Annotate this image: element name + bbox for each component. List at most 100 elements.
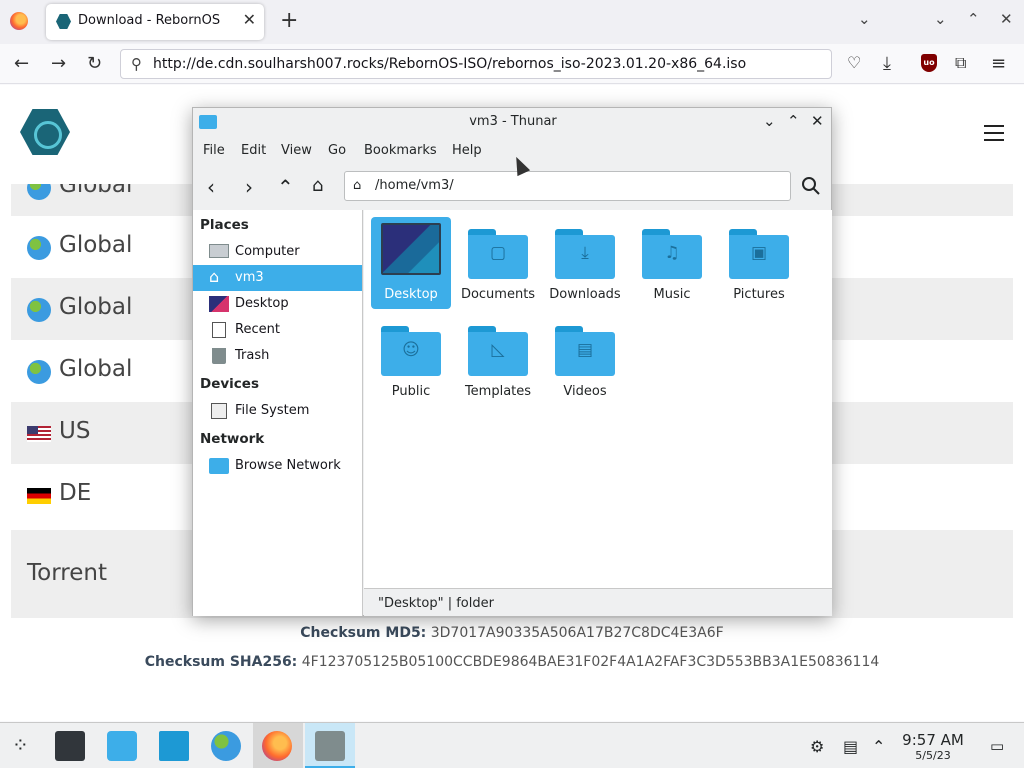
thunar-task-icon[interactable] [315,731,345,761]
menu-help[interactable]: Help [452,143,482,158]
file-manager-icon[interactable] [159,731,189,761]
software-store-icon[interactable] [107,731,137,761]
templates-folder-icon: ◺ [468,326,528,376]
globe-icon [27,236,51,260]
sidebar-item-label: Recent [235,322,280,337]
globe-icon [27,298,51,322]
home-icon: ⌂ [353,178,362,193]
menu-bookmarks[interactable]: Bookmarks [364,143,437,158]
pocket-icon[interactable]: ♡ [847,53,861,72]
sidebar-item-label: Desktop [235,296,289,311]
torrent-label: Torrent [27,560,107,586]
location-path[interactable]: /home/vm3/ [375,178,454,193]
app-menu-icon[interactable]: ≡ [991,53,1006,74]
documents-folder-icon: ▢ [468,229,528,279]
tray-chevron-up-icon[interactable]: ⌃ [872,737,885,756]
clipboard-icon[interactable]: ▤ [843,737,858,756]
globe-icon [27,184,51,200]
reload-icon[interactable]: ↻ [87,53,102,74]
web-globe-icon[interactable] [211,731,241,761]
new-tab-button[interactable]: + [280,8,298,33]
hard-drive-icon [211,403,227,419]
network-heading: Network [200,431,265,447]
places-heading: Places [200,217,249,233]
forward-arrow-icon[interactable]: → [51,53,66,74]
sidebar-item-file-system[interactable]: File System [193,398,362,424]
menu-edit[interactable]: Edit [241,143,266,158]
parent-folder-chevron-up-icon[interactable]: ⌃ [277,175,294,199]
clock-date[interactable]: 5/5/23 [898,749,968,762]
file-item-public[interactable]: ☺ Public [371,314,451,406]
us-flag-icon [27,426,51,442]
firefox-icon[interactable] [10,12,28,30]
checksum-sha256: Checksum SHA256: 4F123705125B05100CCBDE9… [0,654,1024,670]
videos-folder-icon: ▤ [555,326,615,376]
sidebar-item-computer[interactable]: Computer [193,239,362,265]
show-desktop-icon[interactable]: ▭ [990,737,1004,755]
clock-time[interactable]: 9:57 AM [898,731,968,749]
menu-file[interactable]: File [203,143,225,158]
sidebar-item-desktop[interactable]: Desktop [193,291,362,317]
sidebar-item-browse-network[interactable]: Browse Network [193,453,362,479]
network-tray-icon[interactable]: ⚙ [810,737,824,756]
mirror-label: DE [59,480,92,506]
window-title: vm3 - Thunar [469,114,557,129]
file-item-templates[interactable]: ◺ Templates [458,314,538,406]
file-label: Public [391,384,431,399]
back-chevron-icon[interactable]: ‹ [207,175,215,199]
globe-icon [27,360,51,384]
tab-close-icon[interactable]: ✕ [243,10,256,29]
ublock-origin-icon[interactable]: uo [921,54,937,72]
extensions-icon[interactable]: ⧉ [955,53,966,73]
sidebar-item-label: Trash [235,348,270,363]
location-bar[interactable]: ⌂ /home/vm3/ [344,171,791,201]
menu-view[interactable]: View [281,143,312,158]
sidebar-item-recent[interactable]: Recent [193,317,362,343]
file-item-desktop[interactable]: Desktop [371,217,451,309]
maximize-window-icon[interactable]: ⌃ [967,10,980,28]
url-text[interactable]: http://de.cdn.soulharsh007.rocks/RebornO… [153,56,746,72]
network-folder-icon [209,458,229,474]
mirror-label: Global [59,232,133,258]
back-arrow-icon[interactable]: ← [14,53,29,74]
forward-chevron-icon[interactable]: › [245,175,253,199]
file-label: Pictures [733,287,785,302]
firefox-task-icon[interactable] [262,731,292,761]
file-item-pictures[interactable]: ▣ Pictures [719,217,799,309]
home-icon[interactable]: ⌂ [312,175,323,196]
file-item-videos[interactable]: ▤ Videos [545,314,625,406]
sidebar-item-vm3[interactable]: ⌂ vm3 [193,265,362,291]
close-window-icon[interactable]: ✕ [1000,10,1013,28]
hamburger-menu-icon[interactable] [984,125,1004,141]
tab-list-chevron-down-icon[interactable]: ⌄ [858,10,871,28]
minimize-icon[interactable]: ⌄ [763,112,776,130]
file-item-music[interactable]: ♫ Music [632,217,712,309]
sidebar-item-trash[interactable]: Trash [193,343,362,369]
desktop-folder-icon [381,223,441,275]
application-launcher-icon[interactable]: ⁘ [12,733,29,757]
file-item-downloads[interactable]: ⤓ Downloads [545,217,625,309]
browser-tab[interactable]: Download - RebornOS ✕ [46,4,264,40]
minimize-window-icon[interactable]: ⌄ [934,10,947,28]
system-settings-icon[interactable] [55,731,85,761]
close-icon[interactable]: ✕ [811,112,824,130]
public-folder-icon: ☺ [381,326,441,376]
search-icon[interactable] [801,176,821,196]
sidebar-item-label: Browse Network [235,458,341,473]
file-item-documents[interactable]: ▢ Documents [458,217,538,309]
sidebar-item-label: vm3 [235,270,264,285]
downloads-folder-icon: ⤓ [555,229,615,279]
rebornos-logo-icon[interactable] [20,109,70,155]
menu-go[interactable]: Go [328,143,346,158]
url-bar[interactable]: ⚲ http://de.cdn.soulharsh007.rocks/Rebor… [120,49,832,79]
sha256-value: 4F123705125B05100CCBDE9864BAE31F02F4A1A2… [301,654,880,670]
checksum-md5: Checksum MD5: 3D7017A90335A506A17B27C8DC… [0,625,1024,641]
maximize-icon[interactable]: ⌃ [787,112,800,130]
devices-heading: Devices [200,376,259,392]
status-bar: "Desktop" | folder [364,588,832,616]
downloads-icon[interactable]: ⤓ [883,53,891,74]
browser-tab-strip: Download - RebornOS ✕ + ⌄ ⌄ ⌃ ✕ [0,0,1024,44]
thunar-window: vm3 - Thunar ⌄ ⌃ ✕ File Edit View Go Boo… [192,107,832,616]
file-label: Documents [460,287,536,302]
mirror-label: Global [59,356,133,382]
